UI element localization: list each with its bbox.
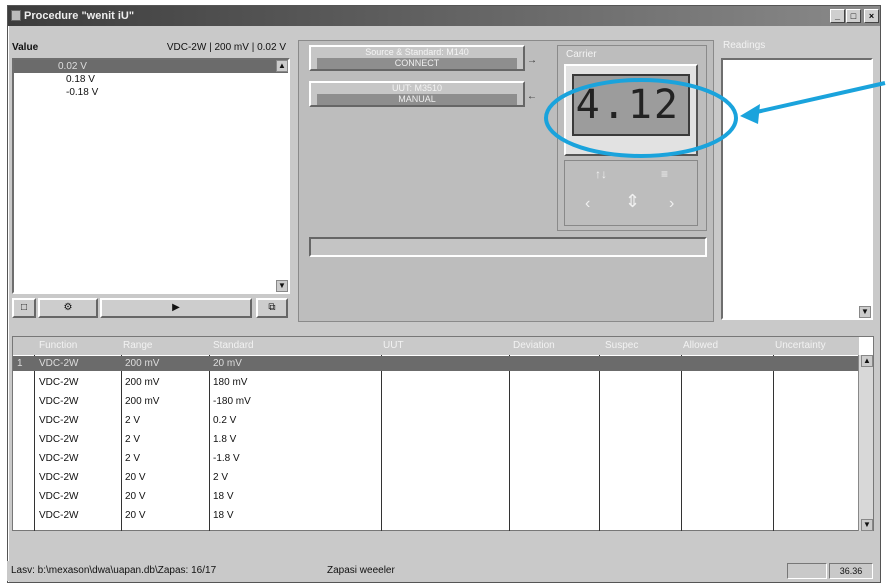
cell-range: 2 V (125, 434, 141, 445)
lcd-display: 4.12 (572, 74, 690, 136)
values-range: VDC-2W | 200 mV | 0.02 V (166, 42, 286, 53)
title-bar: Procedure "wenit iU" _ □ × (8, 6, 880, 26)
arrow-right-icon: → (527, 55, 537, 66)
close-button[interactable]: × (864, 9, 879, 23)
readings-scroll-down[interactable]: ▼ (859, 306, 871, 318)
status-box-2: 36.36 (829, 563, 873, 579)
run-button[interactable]: ▶ (100, 298, 252, 318)
table-scroll-down[interactable]: ▼ (861, 519, 873, 531)
cell-range: 20 V (125, 491, 146, 502)
status-state: Zapasi weeeler (327, 565, 395, 576)
table-row[interactable]: 1 VDC-2W 200 mV 20 mV (13, 356, 859, 371)
cell-range: 20 V (125, 510, 146, 521)
cell-function: VDC-2W (39, 358, 79, 369)
carrier-controls: ↑↓ ≡ ‹ ⇕ › (564, 160, 698, 226)
source-status: CONNECT (317, 58, 517, 69)
nav-right-icon[interactable]: › (669, 195, 674, 213)
col-deviation[interactable]: Deviation (513, 340, 555, 351)
cell-range: 2 V (125, 453, 141, 464)
cell-standard: 1.8 V (213, 434, 237, 445)
table-scrollbar[interactable]: ▲ ▼ (858, 355, 873, 531)
row-number: 1 (17, 358, 23, 369)
values-scroll-up[interactable]: ▲ (276, 60, 288, 72)
cell-range: 200 mV (125, 396, 160, 407)
cell-standard: -180 mV (213, 396, 251, 407)
copy-icon[interactable]: ⧉ (256, 298, 288, 318)
readings-list[interactable]: ▼ (721, 58, 873, 320)
status-bar: Lasv: b:\mexason\dwa\uapan.db\Zapas: 16/… (7, 561, 879, 581)
cell-function: VDC-2W (39, 377, 79, 388)
values-header: Value VDC-2W | 200 mV | 0.02 V (10, 40, 288, 56)
results-table: Function Range Standard UUT Deviation Su… (12, 336, 874, 531)
readings-label: Readings (723, 40, 766, 51)
table-row[interactable]: VDC-2W 2 V -1.8 V (13, 451, 859, 466)
cell-function: VDC-2W (39, 396, 79, 407)
cell-standard: -1.8 V (213, 453, 240, 464)
display-frame: 4.12 (564, 64, 698, 156)
carrier-label: Carrier (566, 49, 597, 60)
values-list[interactable]: 0.02 V 0.18 V -0.18 V ▲ ▼ (12, 58, 290, 294)
arrow-left-icon: ← (527, 91, 537, 102)
col-suspec[interactable]: Suspec (605, 340, 638, 351)
uut-status: MANUAL (317, 94, 517, 105)
col-range[interactable]: Range (123, 340, 152, 351)
menu-icon[interactable]: ≡ (661, 167, 668, 181)
new-icon[interactable]: □ (12, 298, 36, 318)
nav-left-icon[interactable]: ‹ (585, 195, 590, 213)
table-scroll-up[interactable]: ▲ (861, 355, 873, 367)
window-title: Procedure "wenit iU" (24, 10, 135, 22)
cell-function: VDC-2W (39, 510, 79, 521)
instrument-panel: Source & Standard: M140 CONNECT → UUT: M… (298, 40, 714, 322)
config-icon[interactable]: ⚙ (38, 298, 98, 318)
value-item[interactable]: 0.02 V (14, 60, 288, 73)
status-path: Lasv: b:\mexason\dwa\uapan.db\Zapas: 16/… (11, 565, 217, 576)
cell-function: VDC-2W (39, 472, 79, 483)
cell-standard: 18 V (213, 491, 234, 502)
table-row[interactable]: VDC-2W 2 V 0.2 V (13, 413, 859, 428)
values-label: Value (12, 42, 39, 53)
table-header: Function Range Standard UUT Deviation Su… (13, 337, 859, 355)
cell-standard: 180 mV (213, 377, 248, 388)
cell-range: 20 V (125, 472, 146, 483)
table-row[interactable]: VDC-2W 2 V 1.8 V (13, 432, 859, 447)
values-toolbar: □ ⚙ ▶ ⧉ (12, 296, 290, 320)
table-row[interactable]: VDC-2W 200 mV 180 mV (13, 375, 859, 390)
table-row[interactable]: VDC-2W 200 mV -180 mV (13, 394, 859, 409)
cell-function: VDC-2W (39, 453, 79, 464)
maximize-button[interactable]: □ (846, 9, 861, 23)
cell-range: 2 V (125, 415, 141, 426)
cell-range: 200 mV (125, 377, 160, 388)
table-row[interactable]: VDC-2W 20 V 18 V (13, 508, 859, 523)
cell-function: VDC-2W (39, 434, 79, 445)
cell-standard: 0.2 V (213, 415, 237, 426)
range-toggle-icon[interactable]: ↑↓ (595, 167, 607, 181)
cell-standard: 20 mV (213, 358, 242, 369)
minimize-button[interactable]: _ (830, 9, 845, 23)
table-row[interactable]: VDC-2W 20 V 18 V (13, 489, 859, 504)
carrier-group: Carrier 4.12 ↑↓ ≡ ‹ ⇕ › (557, 45, 707, 231)
source-standard-button[interactable]: Source & Standard: M140 CONNECT (309, 45, 525, 71)
status-box-1 (787, 563, 827, 579)
uut-button[interactable]: UUT: M3510 MANUAL (309, 81, 525, 107)
cell-standard: 18 V (213, 510, 234, 521)
cell-function: VDC-2W (39, 415, 79, 426)
col-uut[interactable]: UUT (383, 340, 404, 351)
value-item[interactable]: -0.18 V (14, 86, 288, 99)
col-uncertainty[interactable]: Uncertainty (775, 340, 826, 351)
nav-updown-icon[interactable]: ⇕ (625, 191, 640, 212)
source-label: Source & Standard: M140 (365, 47, 469, 57)
values-scroll-down[interactable]: ▼ (276, 280, 288, 292)
window-icon (11, 10, 21, 21)
cell-range: 200 mV (125, 358, 160, 369)
uut-label: UUT: M3510 (391, 83, 443, 93)
cell-standard: 2 V (213, 472, 229, 483)
col-function[interactable]: Function (39, 340, 77, 351)
value-item[interactable]: 0.18 V (14, 73, 288, 86)
cell-function: VDC-2W (39, 491, 79, 502)
progress-bar (309, 237, 707, 257)
table-row[interactable]: VDC-2W 20 V 2 V (13, 470, 859, 485)
col-standard[interactable]: Standard (213, 340, 254, 351)
col-allowed[interactable]: Allowed (683, 340, 718, 351)
